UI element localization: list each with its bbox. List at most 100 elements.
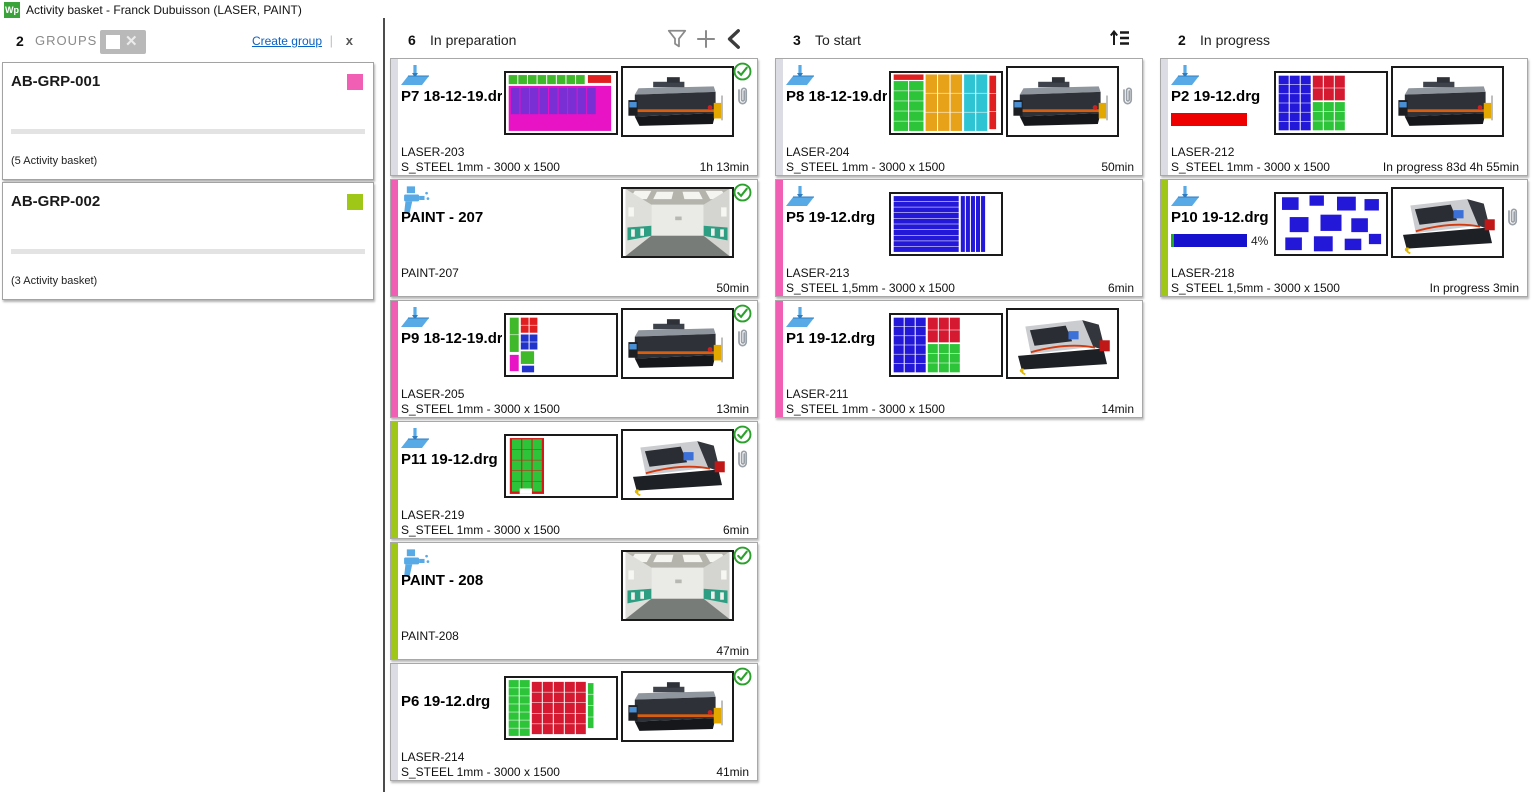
groups-label: GROUPS (35, 33, 97, 48)
column-header: 6 In preparation (390, 22, 758, 58)
validated-check-icon (733, 546, 752, 565)
laser-icon (1170, 64, 1200, 88)
add-icon[interactable] (695, 28, 717, 50)
sidebar-divider (383, 18, 385, 792)
job-card[interactable]: P7 18-12-19.drgLASER-203S_STEEL 1mm - 30… (390, 58, 758, 176)
material-label: S_STEEL 1mm - 3000 x 1500 (401, 765, 560, 779)
machine-photo (621, 550, 734, 621)
attachment-paperclip-icon[interactable] (1504, 207, 1521, 227)
machine-photo (621, 429, 734, 500)
job-card[interactable]: P8 18-12-19.drgLASER-204S_STEEL 1mm - 30… (775, 58, 1143, 176)
nesting-preview (1274, 192, 1388, 256)
group-color-swatch (347, 194, 363, 210)
groups-header: 2 GROUPS ✕ Create group | x (0, 28, 377, 58)
validated-check-icon (733, 62, 752, 81)
duration-label: In progress 3min (1430, 281, 1519, 295)
status-color-bar (776, 59, 783, 175)
groups-count: 2 (16, 33, 24, 49)
column-count: 6 (408, 32, 416, 48)
job-title: P11 19-12.drg (401, 451, 498, 468)
machine-photo (621, 66, 734, 137)
job-title: P2 19-12.drg (1171, 88, 1260, 105)
job-card[interactable]: P6 19-12.drg LASER-214S_STEEL 1mm - 3000 … (390, 663, 758, 781)
title-bar: Wp Activity basket - Franck Dubuisson (L… (0, 0, 1536, 20)
nesting-preview (504, 71, 618, 135)
app-logo: Wp (4, 2, 20, 18)
material-label: S_STEEL 1mm - 3000 x 1500 (786, 160, 945, 174)
job-title: P1 19-12.drg (786, 330, 875, 347)
validated-check-icon (733, 425, 752, 444)
material-label: S_STEEL 1,5mm - 3000 x 1500 (1171, 281, 1340, 295)
duration-label: 6min (723, 523, 749, 537)
duration-label: 50min (716, 281, 749, 295)
machine-label: LASER-211 (786, 387, 848, 401)
laser-icon (785, 185, 815, 209)
card-view-icon[interactable] (106, 35, 120, 49)
column-count: 3 (793, 32, 801, 48)
job-card[interactable]: P5 19-12.drgLASER-213S_STEEL 1,5mm - 300… (775, 179, 1143, 297)
status-color-bar (391, 301, 398, 417)
status-color-bar (1161, 180, 1168, 296)
duration-label: 13min (716, 402, 749, 416)
job-card[interactable]: P9 18-12-19.drg LASER-205S_STEEL 1mm - 30… (390, 300, 758, 418)
machine-label: LASER-212 (1171, 145, 1234, 159)
status-color-bar (1161, 59, 1168, 175)
material-label: S_STEEL 1mm - 3000 x 1500 (401, 402, 560, 416)
machine-photo (1006, 66, 1119, 137)
move-top-icon[interactable] (1109, 28, 1131, 50)
job-title: PAINT - 208 (401, 572, 483, 589)
nesting-preview (1274, 71, 1388, 135)
machine-photo (1391, 187, 1504, 258)
create-group-link[interactable]: Create group (252, 34, 322, 48)
progress-bar (1171, 113, 1247, 126)
status-color-bar (391, 543, 398, 659)
status-color-bar (391, 664, 398, 780)
material-label: S_STEEL 1,5mm - 3000 x 1500 (786, 281, 955, 295)
group-view-toggle[interactable]: ✕ (100, 30, 146, 54)
attachment-paperclip-icon[interactable] (734, 449, 751, 469)
progress-segment (1174, 234, 1247, 247)
duration-label: 47min (716, 644, 749, 658)
job-card[interactable]: PAINT - 207PAINT-20750min (390, 179, 758, 297)
column-count: 2 (1178, 32, 1186, 48)
close-panel-button[interactable]: x (346, 33, 353, 48)
machine-photo (1391, 66, 1504, 137)
job-card[interactable]: P1 19-12.drg LASER-211S_STEEL 1mm - 3000 … (775, 300, 1143, 418)
group-card[interactable]: AB-GRP-002(3 Activity basket) (2, 182, 374, 300)
duration-label: 6min (1108, 281, 1134, 295)
job-card[interactable]: P2 19-12.drgLASER-212S_STEEL 1mm - 3000 … (1160, 58, 1528, 176)
paint-icon (400, 185, 430, 209)
clear-selection-icon[interactable]: ✕ (125, 31, 138, 53)
group-color-swatch (347, 74, 363, 90)
machine-label: LASER-204 (786, 145, 849, 159)
job-title: P9 18-12-19.drg (401, 330, 502, 347)
job-card[interactable]: P11 19-12.drgLASER-219S_STEEL 1mm - 3000… (390, 421, 758, 539)
attachment-paperclip-icon[interactable] (734, 86, 751, 106)
paint-icon (400, 548, 430, 572)
group-progress-track (11, 249, 365, 254)
laser-icon (400, 427, 430, 451)
group-card[interactable]: AB-GRP-001(5 Activity basket) (2, 62, 374, 180)
job-card[interactable]: P10 19-12.drg4%LASER-218S_STEEL 1,5mm - … (1160, 179, 1528, 297)
groups-sidebar: 2 GROUPS ✕ Create group | x AB-GRP-001(5… (0, 20, 377, 792)
column-title: In preparation (430, 32, 516, 48)
attachment-paperclip-icon[interactable] (734, 328, 751, 348)
column-actions (1109, 28, 1131, 50)
machine-label: LASER-205 (401, 387, 464, 401)
duration-label: 1h 13min (700, 160, 749, 174)
duration-label: 14min (1101, 402, 1134, 416)
material-label: S_STEEL 1mm - 3000 x 1500 (786, 402, 945, 416)
column-title: In progress (1200, 32, 1270, 48)
progress-percent: 4% (1251, 234, 1268, 248)
machine-label: LASER-203 (401, 145, 464, 159)
job-title: P10 19-12.drg (1171, 209, 1272, 226)
attachment-paperclip-icon[interactable] (1119, 86, 1136, 106)
machine-label: LASER-214 (401, 750, 464, 764)
laser-icon (400, 64, 430, 88)
column-actions (666, 28, 746, 50)
filter-icon[interactable] (666, 28, 688, 50)
laser-icon (785, 64, 815, 88)
job-title: P6 19-12.drg (401, 693, 490, 710)
collapse-icon[interactable] (724, 28, 746, 50)
job-card[interactable]: PAINT - 208PAINT-20847min (390, 542, 758, 660)
